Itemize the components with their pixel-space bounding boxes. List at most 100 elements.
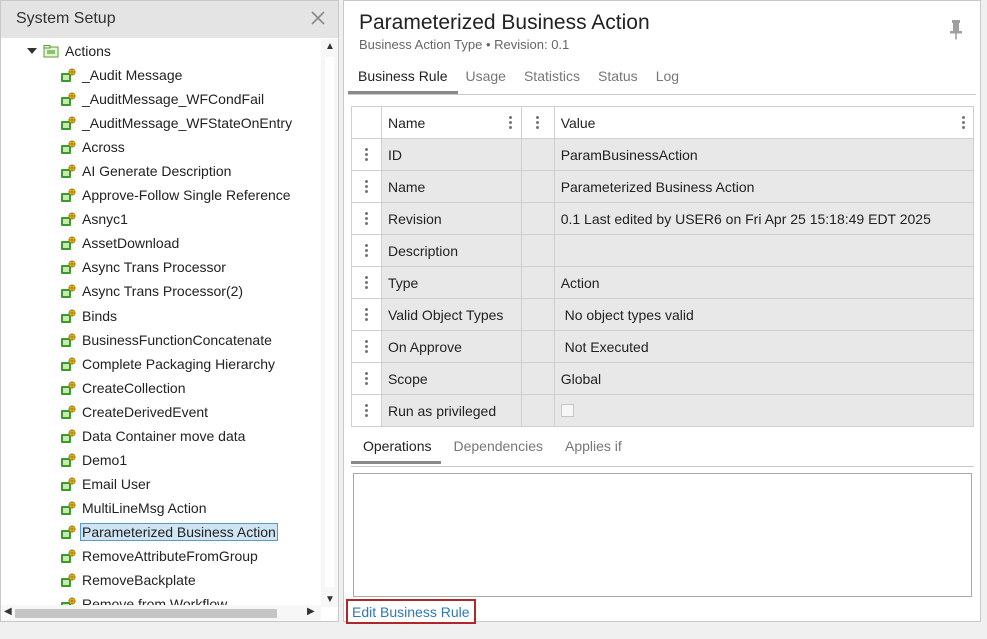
- table-row[interactable]: Type Action: [352, 267, 974, 299]
- scroll-thumb[interactable]: [325, 57, 334, 587]
- tree-item[interactable]: Parameterized Business Action: [60, 521, 278, 543]
- tab-applies-if[interactable]: Applies if: [565, 438, 622, 464]
- table-row[interactable]: ID ParamBusinessAction: [352, 139, 974, 171]
- scroll-down-icon[interactable]: ▼: [325, 594, 335, 605]
- tree-item-label: Approve-Follow Single Reference: [82, 187, 291, 204]
- tree-item[interactable]: _AuditMessage_WFStateOnEntry: [60, 112, 294, 134]
- tree-item-label: Demo1: [82, 451, 128, 468]
- row-menu-icon[interactable]: [364, 372, 368, 385]
- tab-operations[interactable]: Operations: [350, 438, 443, 464]
- tab-business-rule[interactable]: Business Rule: [348, 68, 457, 94]
- row-handle[interactable]: [352, 235, 382, 267]
- edit-business-rule-link[interactable]: Edit Business Rule: [346, 599, 476, 624]
- tree-item[interactable]: CreateCollection: [60, 377, 188, 399]
- horizontal-scrollbar[interactable]: ◀ ▶: [1, 605, 321, 621]
- property-value-cell[interactable]: Global: [554, 363, 974, 395]
- property-value-cell[interactable]: Action: [554, 267, 974, 299]
- row-handle[interactable]: [352, 299, 382, 331]
- row-handle[interactable]: [352, 139, 382, 171]
- row-menu-icon[interactable]: [364, 180, 368, 193]
- tab-dependencies[interactable]: Dependencies: [453, 438, 543, 464]
- row-menu-icon[interactable]: [364, 276, 368, 289]
- property-value-cell[interactable]: [554, 235, 974, 267]
- tab-usage[interactable]: Usage: [466, 68, 506, 94]
- page-subtitle: Business Action Type • Revision: 0.1: [359, 37, 570, 52]
- property-value: Not Executed: [560, 338, 649, 355]
- tree-item[interactable]: MultiLineMsg Action: [60, 497, 209, 519]
- expand-arrow-icon[interactable]: [27, 48, 37, 54]
- tree-item[interactable]: CreateDerivedEvent: [60, 401, 210, 423]
- business-action-icon: [61, 212, 76, 227]
- tab-status[interactable]: Status: [598, 68, 638, 94]
- row-handle-header: [352, 107, 382, 139]
- row-menu-icon[interactable]: [364, 148, 368, 161]
- tree-item-label: _AuditMessage_WFStateOnEntry: [82, 115, 293, 132]
- row-handle[interactable]: [352, 331, 382, 363]
- tree-item[interactable]: _AuditMessage_WFCondFail: [60, 88, 266, 110]
- row-handle[interactable]: [352, 203, 382, 235]
- table-row[interactable]: Description: [352, 235, 974, 267]
- tree-item[interactable]: Binds: [60, 305, 119, 327]
- tree-item[interactable]: Async Trans Processor(2): [60, 280, 245, 302]
- property-value-cell[interactable]: Parameterized Business Action: [554, 171, 974, 203]
- operations-panel[interactable]: [353, 473, 972, 597]
- tree-item[interactable]: _Audit Message: [60, 64, 184, 86]
- property-value-cell[interactable]: [554, 395, 974, 427]
- pin-icon[interactable]: [948, 19, 964, 41]
- tree-item[interactable]: Data Container move data: [60, 425, 247, 447]
- tree-item[interactable]: RemoveAttributeFromGroup: [60, 545, 260, 567]
- tree-item[interactable]: Approve-Follow Single Reference: [60, 184, 293, 206]
- row-handle[interactable]: [352, 363, 382, 395]
- column-header-spacer[interactable]: [521, 107, 555, 139]
- tree-item[interactable]: Asnyc1: [60, 208, 130, 230]
- tree-item[interactable]: Across: [60, 136, 127, 158]
- scroll-up-icon[interactable]: ▲: [325, 41, 335, 52]
- row-menu-icon[interactable]: [364, 244, 368, 257]
- property-name-cell: ID: [381, 139, 522, 171]
- property-value-cell[interactable]: Not Executed: [554, 331, 974, 363]
- tab-statistics[interactable]: Statistics: [524, 68, 580, 94]
- table-row[interactable]: Valid Object Types No object types valid: [352, 299, 974, 331]
- tree-item[interactable]: Email User: [60, 473, 152, 495]
- tree-item[interactable]: Async Trans Processor: [60, 256, 228, 278]
- property-value-cell[interactable]: ParamBusinessAction: [554, 139, 974, 171]
- row-menu-icon[interactable]: [364, 212, 368, 225]
- table-row[interactable]: Revision 0.1 Last edited by USER6 on Fri …: [352, 203, 974, 235]
- scroll-right-icon[interactable]: ▶: [307, 606, 315, 617]
- table-row[interactable]: Run as privileged: [352, 395, 974, 427]
- table-row[interactable]: On Approve Not Executed: [352, 331, 974, 363]
- property-value-cell[interactable]: 0.1 Last edited by USER6 on Fri Apr 25 1…: [554, 203, 974, 235]
- tree-item[interactable]: RemoveBackplate: [60, 569, 198, 591]
- column-menu-icon[interactable]: [536, 116, 540, 129]
- property-value-cell[interactable]: No object types valid: [554, 299, 974, 331]
- column-menu-icon[interactable]: [961, 116, 965, 129]
- column-header-value[interactable]: Value: [554, 107, 974, 139]
- row-handle[interactable]: [352, 171, 382, 203]
- row-menu-icon[interactable]: [364, 340, 368, 353]
- tree-item[interactable]: Complete Packaging Hierarchy: [60, 353, 277, 375]
- tree-item[interactable]: AI Generate Description: [60, 160, 233, 182]
- vertical-scrollbar[interactable]: ▲ ▼: [321, 39, 338, 607]
- scroll-left-icon[interactable]: ◀: [4, 606, 12, 617]
- run-as-privileged-checkbox[interactable]: [560, 404, 574, 417]
- tab-log[interactable]: Log: [656, 68, 679, 94]
- tree-item[interactable]: AssetDownload: [60, 232, 181, 254]
- table-row[interactable]: Name Parameterized Business Action: [352, 171, 974, 203]
- row-menu-icon[interactable]: [364, 404, 368, 417]
- tree-item[interactable]: Demo1: [60, 449, 129, 471]
- table-row[interactable]: Scope Global: [352, 363, 974, 395]
- sub-tabs: Operations Dependencies Applies if: [350, 438, 644, 464]
- row-handle[interactable]: [352, 267, 382, 299]
- business-action-icon: [61, 501, 76, 515]
- property-name: On Approve: [387, 338, 462, 355]
- tree-item[interactable]: BusinessFunctionConcatenate: [60, 329, 274, 351]
- tree-node-actions[interactable]: Actions: [27, 40, 113, 62]
- row-handle[interactable]: [352, 395, 382, 427]
- column-header-label: Name: [387, 114, 426, 131]
- scroll-thumb-horizontal[interactable]: [15, 609, 277, 618]
- column-menu-icon[interactable]: [509, 116, 513, 129]
- tree-item-label: CreateDerivedEvent: [82, 403, 209, 420]
- column-header-name[interactable]: Name: [381, 107, 522, 139]
- row-menu-icon[interactable]: [364, 308, 368, 321]
- close-icon[interactable]: [309, 9, 327, 27]
